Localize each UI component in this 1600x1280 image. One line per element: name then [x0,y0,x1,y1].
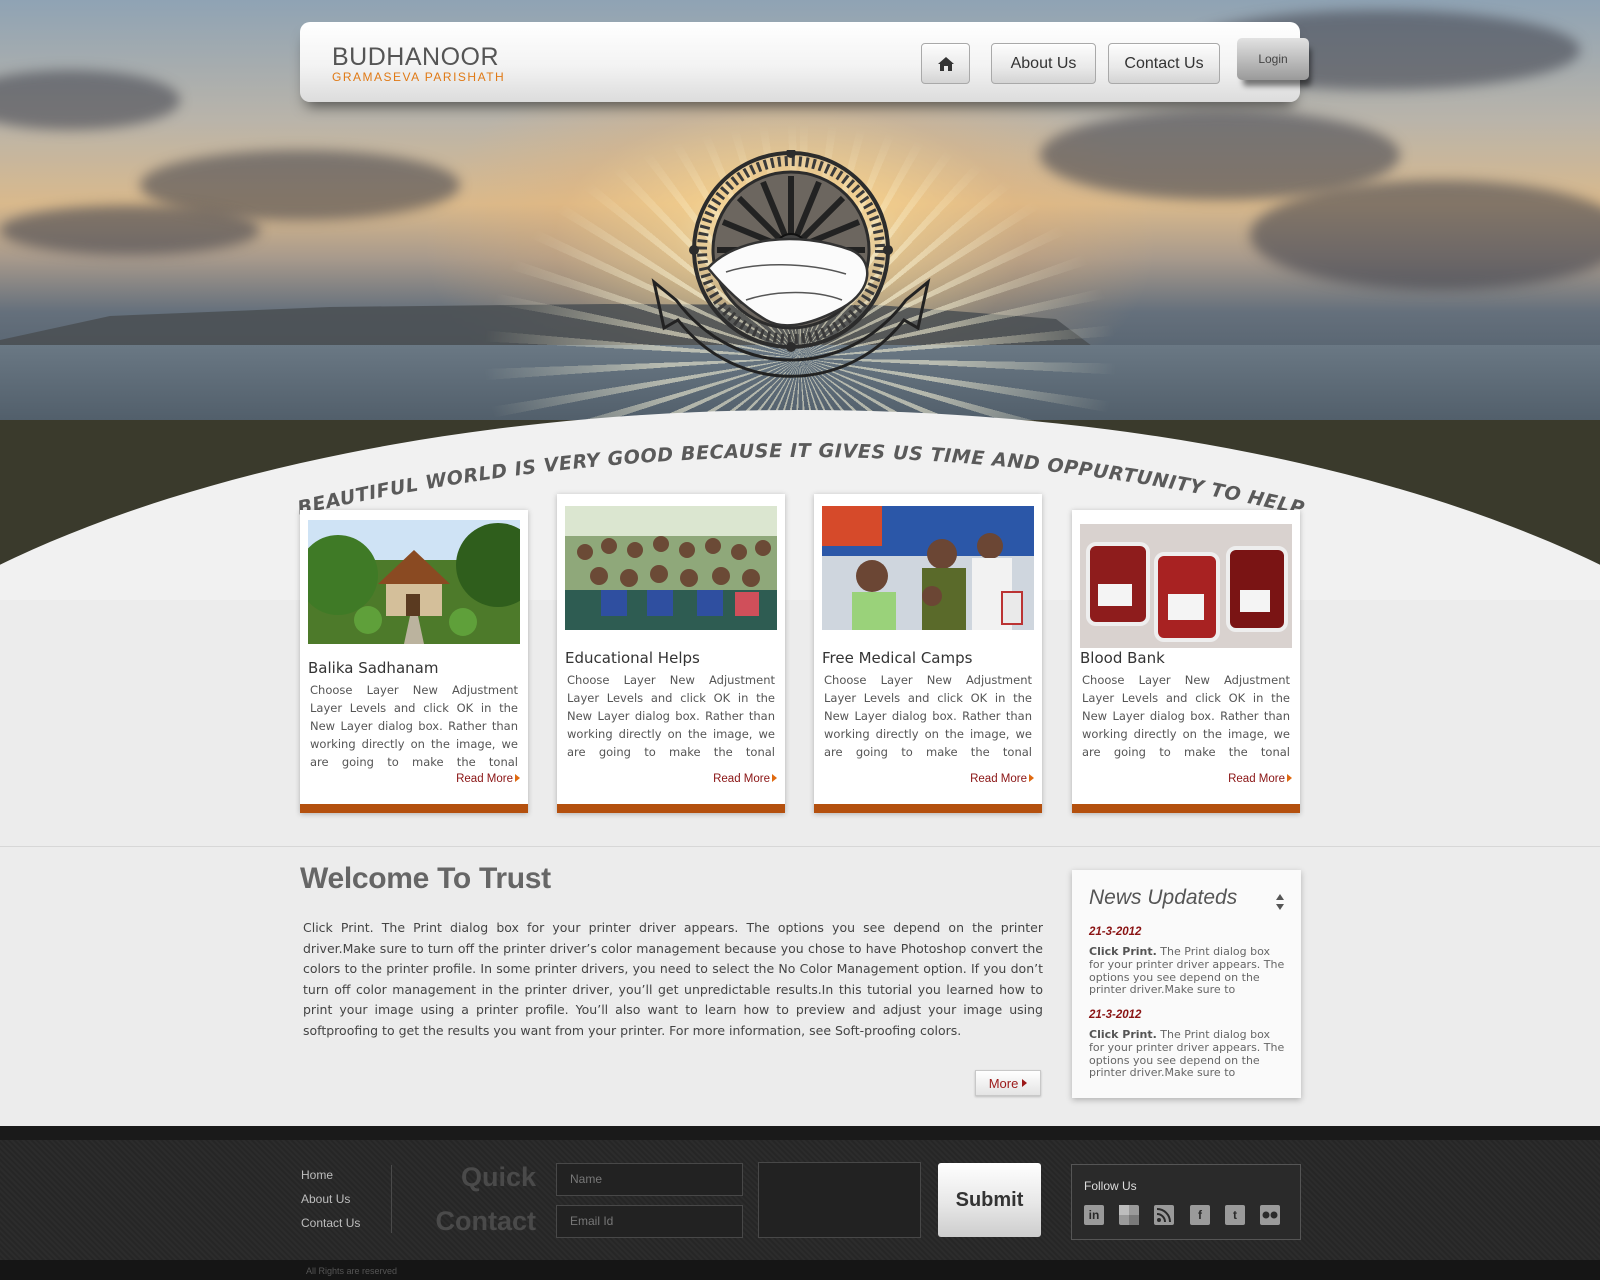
more-label: More [988,1075,1019,1091]
read-more-label: Read More [1228,773,1285,785]
arrow-right-icon [772,774,777,782]
twitter-icon[interactable]: t [1225,1205,1245,1225]
card-title: Educational Helps [565,649,700,667]
read-more-link[interactable]: Read More [456,773,520,785]
submit-button[interactable]: Submit [938,1163,1041,1237]
tagline-text: ALL THIS BEAUTIFUL WORLD IS VERY GOOD BE… [280,410,1306,520]
quick-contact-heading-2: Contact [435,1206,537,1236]
read-more-link[interactable]: Read More [1228,773,1292,785]
read-more-label: Read More [970,773,1027,785]
footer-link-home[interactable]: Home [301,1168,360,1192]
rss-icon[interactable] [1154,1205,1174,1225]
card-description: Choose Layer New Adjustment Layer Levels… [824,673,1032,759]
welcome-title: Welcome To Trust [300,862,551,895]
card-title: Balika Sadhanam [308,659,439,677]
news-date: 21-3-2012 [1089,926,1142,938]
card-description: Choose Layer New Adjustment Layer Levels… [567,673,775,759]
welcome-more-button[interactable]: More [975,1070,1041,1096]
news-body: Click Print. The Print dialog box for yo… [1089,946,1285,998]
header-bar: BUDHANOOR GRAMASEVA PARISHATH About Us C… [300,22,1309,102]
feature-card: Blood Bank Choose Layer New Adjustment L… [1072,510,1300,813]
card-image-medical-camp [822,506,1034,630]
news-item[interactable]: 21-3-2012 Click Print. The Print dialog … [1089,1009,1285,1081]
card-description: Choose Layer New Adjustment Layer Levels… [1082,673,1290,759]
arrow-right-icon [1029,774,1034,782]
message-textarea[interactable] [758,1162,921,1238]
read-more-label: Read More [713,773,770,785]
flickr-icon[interactable] [1260,1205,1280,1225]
brand-name: BUDHANOOR [332,43,500,71]
trust-emblem [651,150,931,378]
cloud [0,205,260,255]
arrow-right-icon [1022,1079,1028,1087]
news-item[interactable]: 21-3-2012 Click Print. The Print dialog … [1089,926,1285,998]
feature-card: Balika Sadhanam Choose Layer New Adjustm… [300,510,528,813]
copyright-text: All Rights are reserved [306,1266,398,1276]
news-panel: News Updateds 21-3-2012 Click Print. The… [1072,870,1301,1098]
footer-divider [391,1165,392,1233]
card-image-residence [308,520,520,644]
news-date: 21-3-2012 [1089,1009,1142,1021]
read-more-label: Read More [456,773,513,785]
footer-links: Home About Us Contact Us [301,1168,360,1240]
card-image-students [565,506,777,630]
conch-shell [706,237,869,327]
facebook-icon[interactable]: f [1190,1205,1210,1225]
footer-top-stripe [0,1126,1600,1140]
welcome-text: Click Print. The Print dialog box for yo… [303,920,1043,1038]
news-title: News Updateds [1089,886,1238,909]
read-more-link[interactable]: Read More [713,773,777,785]
svg-text:ALL THIS BEAUTIFUL WORLD IS VE: ALL THIS BEAUTIFUL WORLD IS VERY GOOD BE… [280,410,1307,520]
section-divider [0,846,1600,847]
footer-bottom-bar [0,1260,1600,1280]
nav-about-us[interactable]: About Us [991,43,1096,84]
home-icon [937,56,954,71]
news-lead: Click Print. [1089,1029,1157,1041]
card-title: Blood Bank [1080,649,1165,667]
cloud [1250,180,1600,290]
news-body: Click Print. The Print dialog box for yo… [1089,1029,1285,1081]
quick-contact-heading: Quick [460,1162,536,1192]
brand-tagline: GRAMASEVA PARISHATH [332,70,506,84]
nav-contact-us[interactable]: Contact Us [1108,43,1220,84]
footer-link-about[interactable]: About Us [301,1192,360,1216]
card-image-blood-bags [1080,524,1292,648]
follow-us-title: Follow Us [1084,1179,1137,1193]
arrow-right-icon [515,774,520,782]
linkedin-icon[interactable]: in [1084,1205,1104,1225]
feature-card: Free Medical Camps Choose Layer New Adju… [814,494,1042,813]
delicious-icon[interactable] [1119,1205,1139,1225]
feature-card: Educational Helps Choose Layer New Adjus… [557,494,785,813]
arrow-right-icon [1287,774,1292,782]
cloud [0,70,180,130]
footer-link-contact[interactable]: Contact Us [301,1216,360,1240]
card-description: Choose Layer New Adjustment Layer Levels… [310,683,518,769]
follow-us-box: Follow Us in f t [1071,1164,1301,1240]
scroll-updown-icon[interactable] [1275,892,1285,912]
login-button[interactable]: Login [1237,38,1309,80]
brand-logo[interactable]: BUDHANOOR GRAMASEVA PARISHATH [332,44,505,84]
read-more-link[interactable]: Read More [970,773,1034,785]
home-button[interactable] [921,43,970,84]
name-input[interactable]: Name [556,1163,743,1196]
card-title: Free Medical Camps [822,649,973,667]
news-lead: Click Print. [1089,946,1157,958]
email-input[interactable]: Email Id [556,1205,743,1238]
